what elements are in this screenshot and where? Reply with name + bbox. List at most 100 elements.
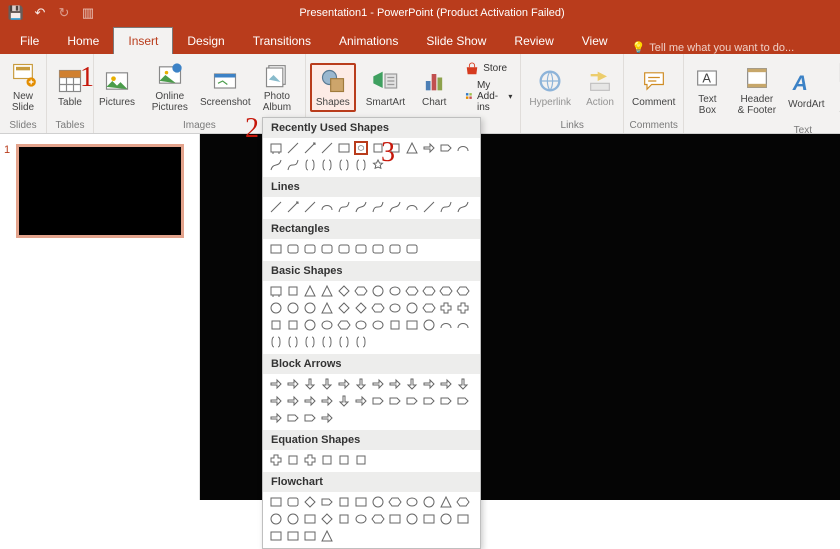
shape-rr-icon[interactable] bbox=[371, 242, 385, 256]
shape-rr-icon[interactable] bbox=[303, 242, 317, 256]
shape-sq-icon[interactable] bbox=[286, 318, 300, 332]
shape-ad-icon[interactable] bbox=[405, 377, 419, 391]
shape-he-icon[interactable] bbox=[337, 318, 351, 332]
shape-rc-icon[interactable] bbox=[405, 318, 419, 332]
pictures-button[interactable]: Pictures bbox=[98, 65, 136, 110]
smartart-button[interactable]: SmartArt bbox=[362, 65, 409, 110]
new-slide-button[interactable]: New Slide bbox=[4, 59, 42, 115]
shape-di-icon[interactable] bbox=[354, 301, 368, 315]
shape-rc-icon[interactable] bbox=[269, 495, 283, 509]
shape-ov-icon[interactable] bbox=[320, 318, 334, 332]
shape-ci-icon[interactable] bbox=[422, 495, 436, 509]
shape-di-icon[interactable] bbox=[337, 301, 351, 315]
shape-tr-icon[interactable] bbox=[405, 141, 419, 155]
shape-el-icon[interactable] bbox=[456, 318, 470, 332]
shape-ln-icon[interactable] bbox=[269, 200, 283, 214]
undo-icon[interactable]: ↶ bbox=[32, 5, 48, 21]
shape-ad-icon[interactable] bbox=[320, 377, 334, 391]
shape-sq-icon[interactable] bbox=[371, 141, 385, 155]
shape-fr-icon[interactable] bbox=[388, 200, 402, 214]
shape-ov-icon[interactable] bbox=[354, 512, 368, 526]
shape-pa-icon[interactable] bbox=[320, 495, 334, 509]
shape-pl-icon[interactable] bbox=[439, 301, 453, 315]
shape-ci-icon[interactable] bbox=[422, 318, 436, 332]
shape-ln-icon[interactable] bbox=[422, 200, 436, 214]
shape-br-icon[interactable] bbox=[303, 335, 317, 349]
shape-aw-icon[interactable] bbox=[337, 377, 351, 391]
shape-di-icon[interactable] bbox=[303, 495, 317, 509]
shape-tb-icon[interactable] bbox=[269, 141, 283, 155]
shape-ad-icon[interactable] bbox=[337, 394, 351, 408]
shape-rr-icon[interactable] bbox=[354, 242, 368, 256]
shape-ci-icon[interactable] bbox=[286, 301, 300, 315]
shape-cu-icon[interactable] bbox=[371, 200, 385, 214]
shape-st-icon[interactable] bbox=[371, 158, 385, 172]
shape-br-icon[interactable] bbox=[354, 335, 368, 349]
shape-he-icon[interactable] bbox=[456, 495, 470, 509]
shape-rc-icon[interactable] bbox=[354, 495, 368, 509]
shape-ov-icon[interactable] bbox=[388, 301, 402, 315]
tab-view[interactable]: View bbox=[568, 28, 622, 54]
shape-ci-icon[interactable] bbox=[303, 301, 317, 315]
shape-he-icon[interactable] bbox=[371, 512, 385, 526]
shape-aw-icon[interactable] bbox=[269, 377, 283, 391]
shape-ov-icon[interactable] bbox=[405, 495, 419, 509]
shape-br-icon[interactable] bbox=[269, 335, 283, 349]
start-from-beginning-icon[interactable]: ▥ bbox=[80, 5, 96, 21]
shape-br-icon[interactable] bbox=[337, 335, 351, 349]
shape-ln2-icon[interactable] bbox=[286, 200, 300, 214]
shape-ln2-icon[interactable] bbox=[303, 141, 317, 155]
shape-rc-icon[interactable] bbox=[337, 141, 351, 155]
shape-ov-icon[interactable] bbox=[354, 141, 368, 155]
tab-transitions[interactable]: Transitions bbox=[239, 28, 325, 54]
shape-he-icon[interactable] bbox=[422, 301, 436, 315]
shape-el-icon[interactable] bbox=[439, 318, 453, 332]
shape-ln-icon[interactable] bbox=[286, 141, 300, 155]
shape-rr-icon[interactable] bbox=[286, 242, 300, 256]
shape-ov-icon[interactable] bbox=[371, 318, 385, 332]
shape-di-icon[interactable] bbox=[337, 284, 351, 298]
shape-tr-icon[interactable] bbox=[320, 301, 334, 315]
shape-sq-icon[interactable] bbox=[337, 495, 351, 509]
shape-he-icon[interactable] bbox=[371, 301, 385, 315]
shape-ln-icon[interactable] bbox=[320, 141, 334, 155]
photo-album-button[interactable]: Photo Album bbox=[253, 59, 301, 115]
shape-pl-icon[interactable] bbox=[303, 453, 317, 467]
shape-cu-icon[interactable] bbox=[286, 158, 300, 172]
tab-design[interactable]: Design bbox=[173, 28, 238, 54]
shape-ad-icon[interactable] bbox=[354, 377, 368, 391]
shape-pa-icon[interactable] bbox=[405, 394, 419, 408]
shape-br-icon[interactable] bbox=[303, 158, 317, 172]
shape-pa-icon[interactable] bbox=[388, 394, 402, 408]
shape-br-icon[interactable] bbox=[320, 158, 334, 172]
tab-animations[interactable]: Animations bbox=[325, 28, 412, 54]
shape-pl-icon[interactable] bbox=[456, 301, 470, 315]
redo-icon[interactable]: ↻ bbox=[56, 5, 72, 21]
shape-rr-icon[interactable] bbox=[286, 495, 300, 509]
shape-ci-icon[interactable] bbox=[371, 495, 385, 509]
shape-ci-icon[interactable] bbox=[303, 318, 317, 332]
shape-sq-icon[interactable] bbox=[354, 453, 368, 467]
shape-rc-icon[interactable] bbox=[303, 512, 317, 526]
shape-fr-icon[interactable] bbox=[269, 158, 283, 172]
shape-ci-icon[interactable] bbox=[405, 301, 419, 315]
shape-ci-icon[interactable] bbox=[286, 512, 300, 526]
shape-pa-icon[interactable] bbox=[422, 394, 436, 408]
shape-aw-icon[interactable] bbox=[439, 377, 453, 391]
store-button[interactable]: Store bbox=[461, 61, 516, 77]
shape-br-icon[interactable] bbox=[286, 335, 300, 349]
shape-sq-icon[interactable] bbox=[320, 453, 334, 467]
shape-sq-icon[interactable] bbox=[337, 512, 351, 526]
shape-aw-icon[interactable] bbox=[422, 141, 436, 155]
shape-pa-icon[interactable] bbox=[286, 411, 300, 425]
shape-he-icon[interactable] bbox=[354, 284, 368, 298]
shape-sq-icon[interactable] bbox=[388, 141, 402, 155]
shape-sq-icon[interactable] bbox=[269, 318, 283, 332]
tab-slideshow[interactable]: Slide Show bbox=[412, 28, 500, 54]
wordart-button[interactable]: A WordArt bbox=[787, 67, 825, 112]
shape-tr-icon[interactable] bbox=[320, 529, 334, 543]
shape-ad-icon[interactable] bbox=[303, 377, 317, 391]
shape-el-icon[interactable] bbox=[320, 200, 334, 214]
action-button[interactable]: Action bbox=[581, 65, 619, 110]
shape-di-icon[interactable] bbox=[320, 512, 334, 526]
